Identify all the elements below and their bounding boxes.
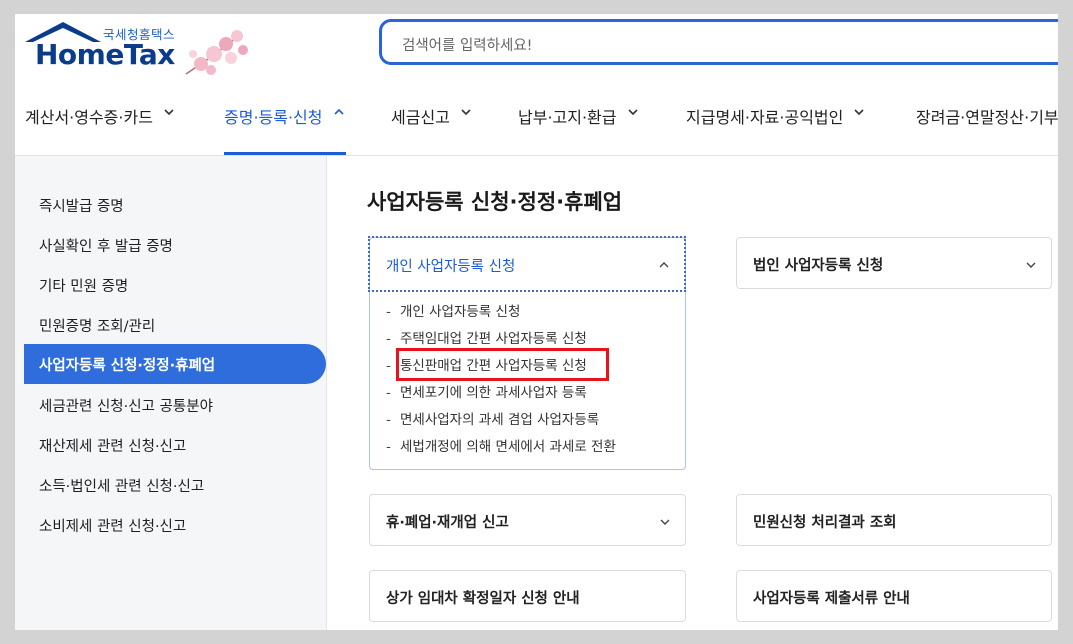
sublist-item-individual-registration[interactable]: - 개인 사업자등록 신청 [386,300,520,320]
sublist-item-housing-rental[interactable]: - 주택임대업 간편 사업자등록 신청 [386,327,587,347]
sidebar-item-label: 사업자등록 신청·정정·휴폐업 [39,358,216,374]
sublist-item-tax-exemption-waiver[interactable]: - 면세포기에 의한 과세사업자 등록 [386,381,587,401]
chevron-down-icon [164,109,174,116]
sidebar: 즉시발급 증명 사실확인 후 발급 증명 기타 민원 증명 민원증명 조회/관리… [15,156,327,630]
nav-item-label: 세금신고 [391,108,450,127]
logo-title: HomeTax [35,38,175,71]
card-civil-result[interactable]: 민원신청 처리결과 조회 [736,494,1052,546]
sublist-item-tax-conversion[interactable]: - 세법개정에 의해 면세에서 과세로 전환 [386,435,616,455]
highlight-box [396,348,609,381]
sidebar-item-property-tax[interactable]: 재산제세 관련 신청·신고 [39,435,186,456]
card-lease-date[interactable]: 상가 임대차 확정일자 신청 안내 [369,570,686,622]
site-header: 국세청홈택스 HomeTax 검색어를 입력하세요! 계산서·영수증·카드 증명… [15,14,1058,156]
sidebar-item-consumption-tax[interactable]: 소비제세 관련 신청·신고 [39,515,186,536]
hometax-page: 국세청홈택스 HomeTax 검색어를 입력하세요! 계산서·영수증·카드 증명… [15,14,1058,630]
card-label: 사업자등록 제출서류 안내 [753,591,910,607]
nav-item-tax-report[interactable]: 세금신고 [391,104,472,154]
chevron-down-icon [854,109,864,116]
card-label: 휴·폐업·재개업 신고 [386,515,509,531]
nav-item-label: 계산서·영수증·카드 [25,108,153,127]
main-nav: 계산서·영수증·카드 증명·등록·신청 세금신고 납부·고지·환급 지급명세·자… [15,98,1058,155]
sidebar-item-instant-cert[interactable]: 즉시발급 증명 [39,195,124,216]
nav-item-label: 증명·등록·신청 [224,108,323,127]
card-label: 상가 임대차 확정일자 신청 안내 [386,591,580,607]
sidebar-item-other-cert[interactable]: 기타 민원 증명 [39,275,128,296]
nav-item-incentives[interactable]: 장려금·연말정산·기부금 [916,104,1058,154]
chevron-up-icon [333,108,344,115]
chevron-up-icon [659,262,669,268]
sidebar-item-tax-common[interactable]: 세금관련 신청·신고 공통분야 [39,395,213,416]
nav-item-certificate[interactable]: 증명·등록·신청 [224,104,346,155]
card-label: 법인 사업자등록 신청 [753,258,884,274]
sidebar-item-fact-check-cert[interactable]: 사실확인 후 발급 증명 [39,235,173,256]
chevron-down-icon [461,109,471,116]
accordion-header[interactable]: 개인 사업자등록 신청 [368,236,686,292]
chevron-down-icon [660,519,670,525]
card-label: 민원신청 처리결과 조회 [753,515,897,531]
accordion-individual-registration: 개인 사업자등록 신청 - 개인 사업자등록 신청 - 주택임대업 간편 사업자등록… [368,236,686,470]
nav-item-label: 납부·고지·환급 [518,108,617,127]
page-title: 사업자등록 신청·정정·휴폐업 [367,190,623,214]
search-placeholder: 검색어를 입력하세요! [402,38,533,54]
cherry-blossom-icon [185,30,248,75]
search-input[interactable]: 검색어를 입력하세요! [379,19,1058,65]
sidebar-item-cert-manage[interactable]: 민원증명 조회/관리 [39,315,155,336]
accordion-closure-report[interactable]: 휴·폐업·재개업 신고 [369,494,686,546]
sublist-item-concurrent-business[interactable]: - 면세사업자의 과세 겸업 사업자등록 [386,408,599,428]
sidebar-item-income-corp-tax[interactable]: 소득·법인세 관련 신청·신고 [39,475,204,496]
sidebar-item-business-registration[interactable]: 사업자등록 신청·정정·휴폐업 [24,344,326,384]
card-docs-guide[interactable]: 사업자등록 제출서류 안내 [736,570,1052,622]
nav-item-label: 장려금·연말정산·기부금 [916,108,1058,127]
nav-item-payment[interactable]: 납부·고지·환급 [518,104,639,154]
chevron-down-icon [627,109,638,116]
nav-item-statements[interactable]: 지급명세·자료·공익법인 [686,104,865,154]
nav-item-invoice[interactable]: 계산서·영수증·카드 [25,104,175,154]
accordion-corporate-registration[interactable]: 법인 사업자등록 신청 [736,237,1052,289]
nav-item-label: 지급명세·자료·공익법인 [686,108,844,127]
hometax-logo[interactable]: 국세청홈택스 HomeTax [23,18,255,78]
accordion-header-label: 개인 사업자등록 신청 [386,259,516,275]
chevron-down-icon [1026,262,1036,268]
